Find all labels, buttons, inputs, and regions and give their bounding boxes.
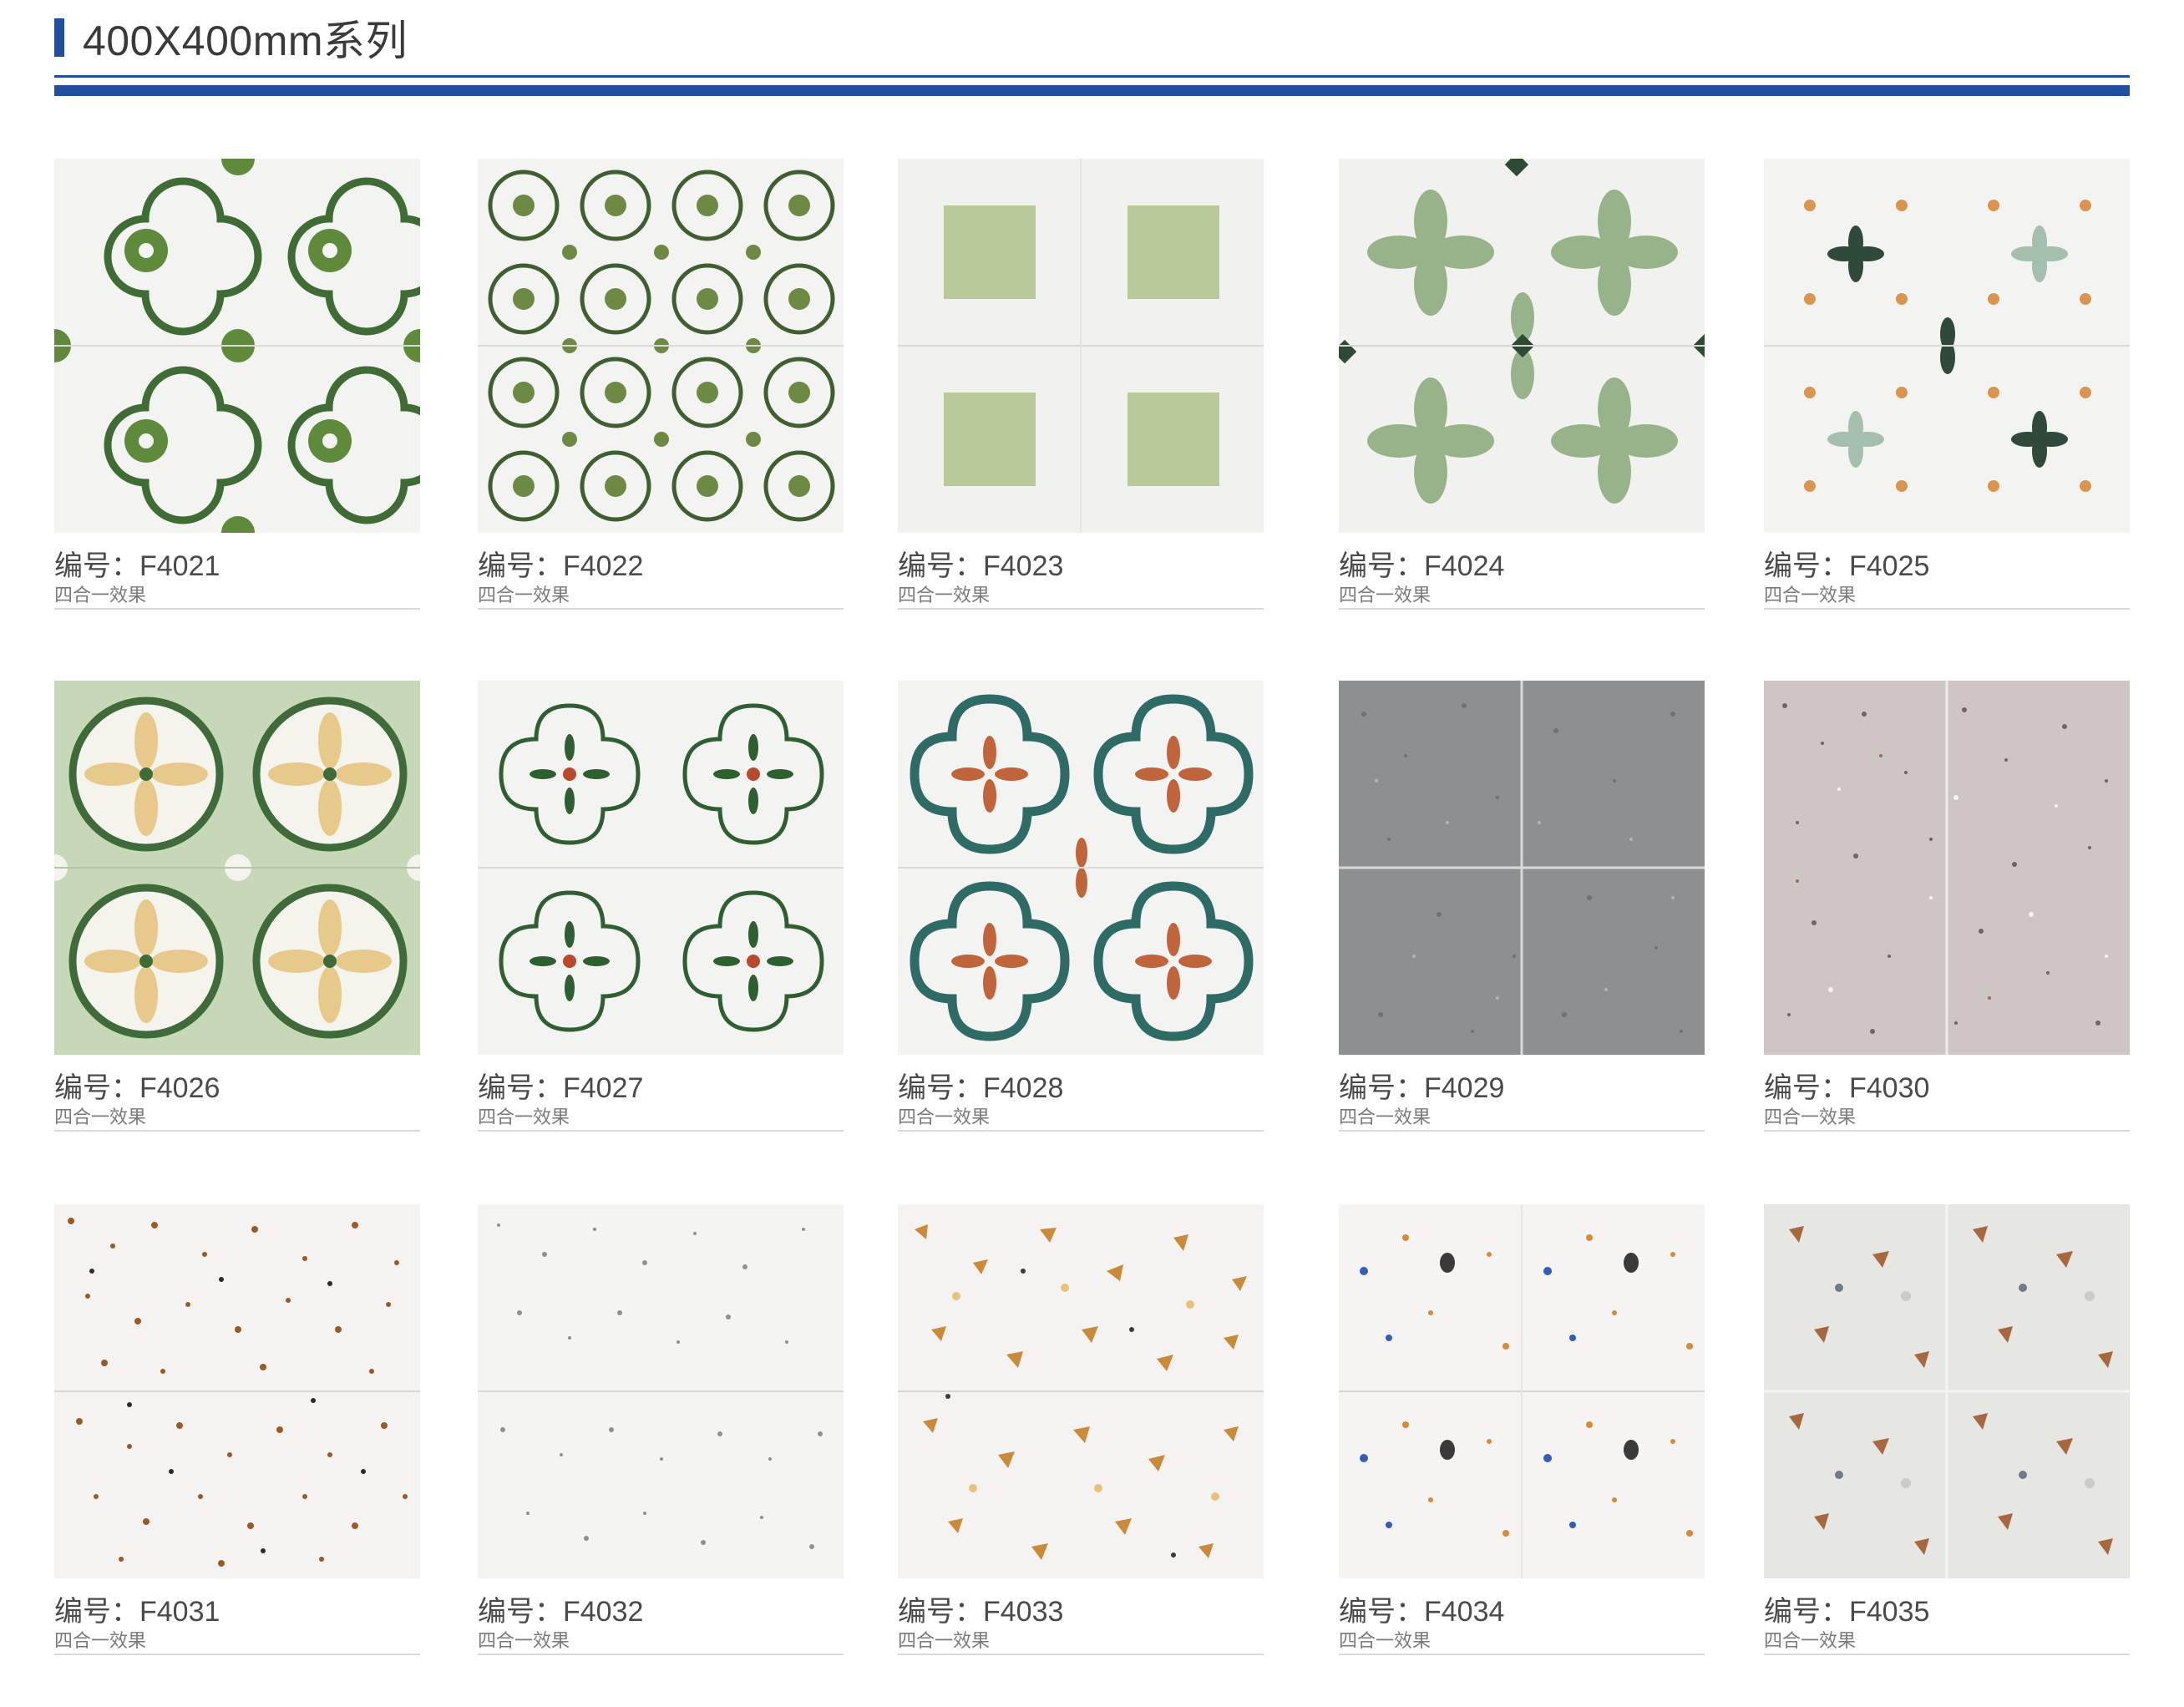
- product-subtitle: 四合一效果: [478, 1630, 570, 1651]
- product-subtitle: 四合一效果: [898, 1107, 991, 1127]
- product-subtitle: 四合一效果: [54, 1630, 147, 1651]
- product-code: F4021: [139, 550, 220, 582]
- f4032-tile-icon: [478, 1204, 844, 1578]
- product-card[interactable]: 编号：F4027 四合一效果: [478, 681, 844, 1132]
- divider: [478, 608, 844, 610]
- code-prefix: 编号：: [54, 1072, 139, 1104]
- divider: [1339, 608, 1705, 610]
- divider: [54, 1654, 420, 1655]
- f4035-tile-icon: [1764, 1204, 2130, 1578]
- code-prefix: 编号：: [1339, 1596, 1424, 1628]
- product-subtitle: 四合一效果: [478, 1107, 570, 1127]
- product-code: F4024: [1424, 550, 1505, 582]
- divider: [898, 1130, 1264, 1132]
- product-subtitle: 四合一效果: [54, 1107, 147, 1127]
- product-subtitle: 四合一效果: [1339, 1107, 1432, 1127]
- product-subtitle: 四合一效果: [1764, 585, 1857, 605]
- product-card[interactable]: 编号：F4021 四合一效果: [54, 159, 420, 610]
- divider: [1339, 1654, 1705, 1655]
- f4025-tile-icon: [1764, 159, 2130, 533]
- code-prefix: 编号：: [898, 550, 983, 582]
- product-card[interactable]: 编号：F4034 四合一效果: [1339, 1204, 1705, 1655]
- divider: [478, 1130, 844, 1132]
- divider: [54, 1130, 420, 1132]
- product-code: F4030: [1849, 1072, 1930, 1104]
- page-title: 400X400mm系列: [83, 18, 408, 64]
- product-subtitle: 四合一效果: [898, 1630, 991, 1651]
- f4026-tile-icon: [54, 681, 420, 1055]
- product-subtitle: 四合一效果: [898, 585, 991, 605]
- section-header: 400X400mm系列: [54, 8, 408, 67]
- f4022-tile-icon: [478, 159, 844, 533]
- f4029-tile-icon: [1339, 681, 1705, 1055]
- code-prefix: 编号：: [1339, 550, 1424, 582]
- product-code: F4026: [139, 1072, 220, 1104]
- header-rule-thick: [54, 85, 2130, 96]
- code-prefix: 编号：: [478, 1072, 563, 1104]
- divider: [1339, 1130, 1705, 1132]
- code-prefix: 编号：: [898, 1596, 983, 1628]
- divider: [1764, 1130, 2130, 1132]
- divider: [1764, 608, 2130, 610]
- product-code: F4027: [563, 1072, 644, 1104]
- product-code: F4031: [139, 1596, 220, 1628]
- divider: [898, 1654, 1264, 1655]
- product-subtitle: 四合一效果: [478, 585, 570, 605]
- product-subtitle: 四合一效果: [1339, 1630, 1432, 1651]
- f4031-tile-icon: [54, 1204, 420, 1578]
- code-prefix: 编号：: [898, 1072, 983, 1104]
- product-card[interactable]: 编号：F4032 四合一效果: [478, 1204, 844, 1655]
- product-subtitle: 四合一效果: [54, 585, 147, 605]
- product-subtitle: 四合一效果: [1339, 585, 1432, 605]
- f4034-tile-icon: [1339, 1204, 1705, 1578]
- f4024-tile-icon: [1339, 159, 1705, 533]
- header-accent-bar: [54, 18, 64, 57]
- product-subtitle: 四合一效果: [1764, 1630, 1857, 1651]
- f4027-tile-icon: [478, 681, 844, 1055]
- product-code: F4029: [1424, 1072, 1505, 1104]
- product-card[interactable]: 编号：F4023 四合一效果: [898, 159, 1264, 610]
- code-prefix: 编号：: [1764, 1596, 1849, 1628]
- f4023-tile-icon: [898, 159, 1264, 533]
- product-card[interactable]: 编号：F4024 四合一效果: [1339, 159, 1705, 610]
- f4033-tile-icon: [898, 1204, 1264, 1578]
- code-prefix: 编号：: [1764, 1072, 1849, 1104]
- product-code: F4025: [1849, 550, 1930, 582]
- code-prefix: 编号：: [478, 550, 563, 582]
- product-code: F4032: [563, 1596, 644, 1628]
- f4021-tile-icon: [54, 159, 420, 533]
- divider: [54, 608, 420, 610]
- product-code: F4034: [1424, 1596, 1505, 1628]
- product-code: F4033: [983, 1596, 1064, 1628]
- product-card[interactable]: 编号：F4028 四合一效果: [898, 681, 1264, 1132]
- divider: [1764, 1654, 2130, 1655]
- code-prefix: 编号：: [54, 550, 139, 582]
- code-prefix: 编号：: [54, 1596, 139, 1628]
- f4030-tile-icon: [1764, 681, 2130, 1055]
- product-code: F4022: [563, 550, 644, 582]
- product-card[interactable]: 编号：F4026 四合一效果: [54, 681, 420, 1132]
- product-card[interactable]: 编号：F4030 四合一效果: [1764, 681, 2130, 1132]
- divider: [898, 608, 1264, 610]
- product-code: F4028: [983, 1072, 1064, 1104]
- f4028-tile-icon: [898, 681, 1264, 1055]
- product-subtitle: 四合一效果: [1764, 1107, 1857, 1127]
- product-card[interactable]: 编号：F4031 四合一效果: [54, 1204, 420, 1655]
- product-card[interactable]: 编号：F4022 四合一效果: [478, 159, 844, 610]
- code-prefix: 编号：: [1339, 1072, 1424, 1104]
- code-prefix: 编号：: [1764, 550, 1849, 582]
- product-code: F4035: [1849, 1596, 1930, 1628]
- product-code: F4023: [983, 550, 1064, 582]
- product-card[interactable]: 编号：F4029 四合一效果: [1339, 681, 1705, 1132]
- code-prefix: 编号：: [478, 1596, 563, 1628]
- product-card[interactable]: 编号：F4033 四合一效果: [898, 1204, 1264, 1655]
- header-rule-thin: [54, 75, 2130, 78]
- divider: [478, 1654, 844, 1655]
- product-card[interactable]: 编号：F4035 四合一效果: [1764, 1204, 2130, 1655]
- product-card[interactable]: 编号：F4025 四合一效果: [1764, 159, 2130, 610]
